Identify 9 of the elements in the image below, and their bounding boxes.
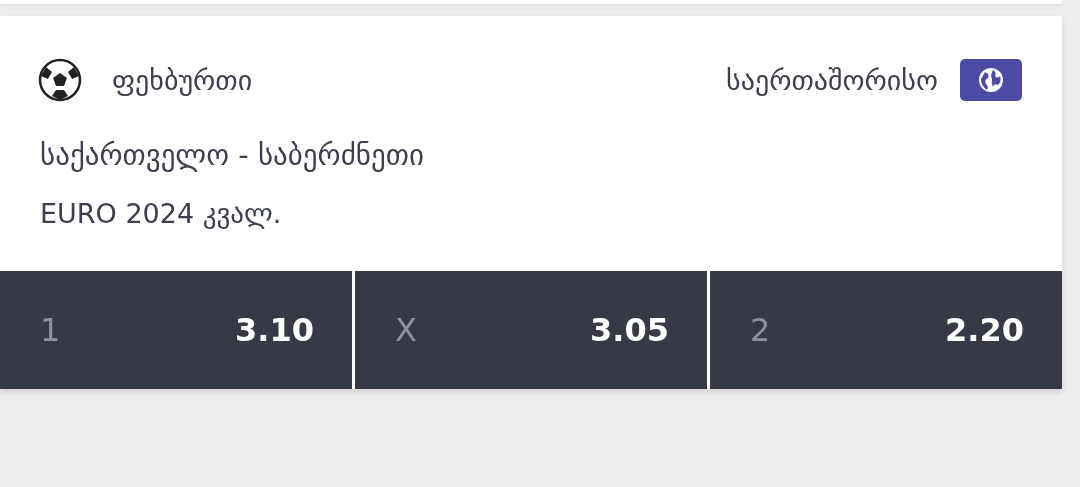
sport-label: ფეხბურთი [112,63,253,97]
match-subtitle: EURO 2024 კვალ. [39,197,283,229]
odds-button[interactable]: 1 3.10 [0,271,352,389]
soccer-ball-icon [38,58,82,102]
match-title: საქართველო - საბერძნეთი [39,137,425,172]
odds-button[interactable]: X 3.05 [355,271,707,389]
category-label: საერთაშორისო [726,63,938,97]
odds-button[interactable]: 2 2.20 [710,271,1062,389]
globe-icon [960,59,1022,101]
